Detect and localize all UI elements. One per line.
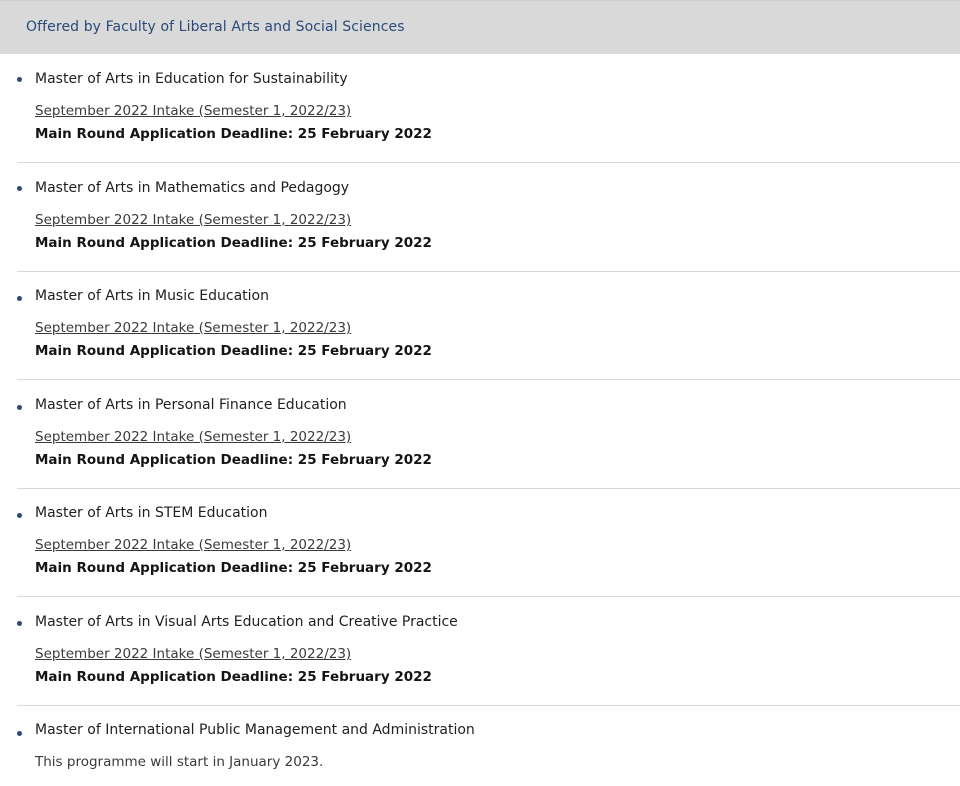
programme-title: Master of International Public Managemen… [35,722,475,738]
programme-item: Master of Arts in Music Education Septem… [17,272,960,380]
intake-link[interactable]: September 2022 Intake (Semester 1, 2022/… [35,212,351,228]
intake-link[interactable]: September 2022 Intake (Semester 1, 2022/… [35,429,351,445]
programme-item: Master of Arts in Education for Sustaina… [17,54,960,163]
bullet-icon [17,405,22,410]
bullet-icon [17,621,22,626]
programme-item: Master of Arts in Personal Finance Educa… [17,380,960,489]
intake-link[interactable]: September 2022 Intake (Semester 1, 2022/… [35,646,351,662]
bullet-icon [17,186,22,191]
application-deadline: Main Round Application Deadline: 25 Febr… [35,452,432,468]
programme-title: Master of Arts in Visual Arts Education … [35,614,458,630]
intake-link[interactable]: September 2022 Intake (Semester 1, 2022/… [35,103,351,119]
application-deadline: Main Round Application Deadline: 25 Febr… [35,343,432,359]
bullet-icon [17,296,22,301]
faculty-title: Offered by Faculty of Liberal Arts and S… [26,19,405,35]
programme-title: Master of Arts in STEM Education [35,505,268,521]
application-deadline: Main Round Application Deadline: 25 Febr… [35,126,432,142]
programme-title: Master of Arts in Personal Finance Educa… [35,397,347,413]
programme-list: Master of Arts in Education for Sustaina… [0,54,960,786]
bullet-icon [17,513,22,518]
programme-item: Master of Arts in Mathematics and Pedago… [17,163,960,272]
intake-link[interactable]: September 2022 Intake (Semester 1, 2022/… [35,320,351,336]
programme-item: Master of International Public Managemen… [17,706,960,786]
faculty-header: Offered by Faculty of Liberal Arts and S… [0,0,960,54]
bullet-icon [17,77,22,82]
application-deadline: Main Round Application Deadline: 25 Febr… [35,235,432,251]
bullet-icon [17,731,22,736]
programme-item: Master of Arts in STEM Education Septemb… [17,489,960,597]
programme-title: Master of Arts in Music Education [35,288,269,304]
programme-item: Master of Arts in Visual Arts Education … [17,597,960,706]
programme-title: Master of Arts in Education for Sustaina… [35,71,348,87]
programme-note: This programme will start in January 202… [35,754,324,770]
application-deadline: Main Round Application Deadline: 25 Febr… [35,669,432,685]
programme-title: Master of Arts in Mathematics and Pedago… [35,180,350,196]
application-deadline: Main Round Application Deadline: 25 Febr… [35,560,432,576]
intake-link[interactable]: September 2022 Intake (Semester 1, 2022/… [35,537,351,553]
